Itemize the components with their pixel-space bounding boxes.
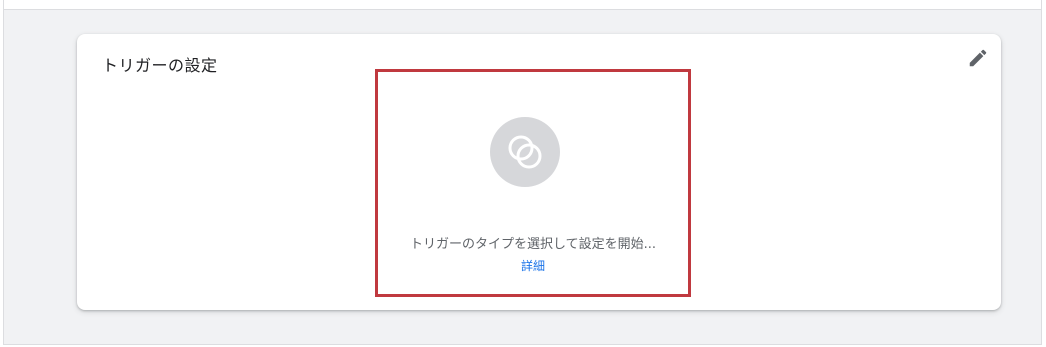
- trigger-circles-icon: [508, 135, 542, 169]
- trigger-config-card: トリガーの設定 トリガーのタイプを選択して設定を開始... 詳細: [77, 34, 1001, 310]
- edit-button[interactable]: [967, 47, 989, 69]
- top-divider: [4, 0, 1041, 10]
- placeholder-text: トリガーのタイプを選択して設定を開始...: [409, 237, 656, 252]
- choose-trigger-area[interactable]: トリガーのタイプを選択して設定を開始... 詳細: [378, 72, 688, 294]
- pencil-icon: [969, 49, 987, 67]
- card-title: トリガーの設定: [102, 56, 218, 75]
- trigger-panel: トリガーの設定 トリガーのタイプを選択して設定を開始... 詳細: [3, 0, 1042, 345]
- details-link[interactable]: 詳細: [378, 257, 688, 274]
- highlight-frame: トリガーのタイプを選択して設定を開始... 詳細: [375, 69, 691, 297]
- trigger-icon-circle: [490, 117, 560, 187]
